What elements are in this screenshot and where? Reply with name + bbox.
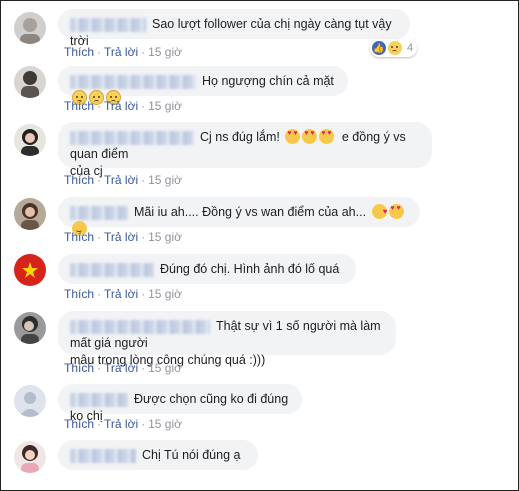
avatar[interactable] [14,124,46,156]
comment-actions: Thích · Trả lời · 15 giờ [64,361,182,375]
timestamp[interactable]: 15 giờ [148,173,182,187]
like-link[interactable]: Thích [64,361,94,375]
like-link[interactable]: Thích [64,230,94,244]
comment-bubble: Chị Tú nói đúng ạ [58,440,258,470]
blurred-author-name[interactable] [70,205,128,220]
avatar[interactable] [14,198,46,230]
like-icon: 👍 [372,41,386,55]
heart-eyes-icon [388,204,404,219]
comment-actions: Thích · Trả lời · 15 giờ [64,287,182,301]
kiss-face-icon [371,203,388,220]
reply-link[interactable]: Trả lời [104,417,138,431]
reaction-count: 4 [407,42,414,54]
comment-actions: Thích · Trả lời · 15 giờ [64,173,182,187]
blurred-author-name[interactable] [70,74,196,89]
comment-text: Cj ns đúg lắm! [200,130,280,144]
comment-bubble: Thật sự vì 1 số người mà làm mất giá ngư… [58,311,396,367]
timestamp[interactable]: 15 giờ [148,230,182,244]
reply-link[interactable]: Trả lời [104,361,138,375]
comment-text: Chị Tú nói đúng ạ [142,448,241,462]
blurred-author-name[interactable] [70,262,154,277]
reply-link[interactable]: Trả lời [104,287,138,301]
reaction-badge[interactable]: 👍 4 [370,39,418,57]
default-avatar-icon [14,385,46,417]
blurred-author-name[interactable] [70,17,146,32]
like-link[interactable]: Thích [64,287,94,301]
blurred-author-name[interactable] [70,448,136,463]
avatar[interactable] [14,254,46,286]
sad-icon [388,41,402,55]
heart-eyes-icon [319,129,335,144]
like-link[interactable]: Thích [64,99,94,113]
timestamp[interactable]: 15 giờ [148,45,182,59]
comment-actions: Thích · Trả lời · 15 giờ [64,99,182,113]
reply-link[interactable]: Trả lời [104,99,138,113]
comment-actions: Thích · Trả lời · 15 giờ [64,230,182,244]
blurred-author-name[interactable] [70,392,128,407]
reply-link[interactable]: Trả lời [104,45,138,59]
timestamp[interactable]: 15 giờ [148,99,182,113]
comment-bubble: Họ ngượng chín cả mặt [58,66,348,105]
comment-bubble: Sao lượt follower của chị ngày càng tụt … [58,9,410,48]
blurred-author-name[interactable] [70,130,194,145]
reply-link[interactable]: Trả lời [104,230,138,244]
like-link[interactable]: Thích [64,45,94,59]
timestamp[interactable]: 15 giờ [148,287,182,301]
like-link[interactable]: Thích [64,417,94,431]
comment-text: Đúng đó chị. Hình ảnh đó lố quá [160,262,340,276]
avatar[interactable] [14,441,46,473]
blurred-author-name[interactable] [70,319,210,334]
timestamp[interactable]: 15 giờ [148,417,182,431]
like-link[interactable]: Thích [64,173,94,187]
reply-link[interactable]: Trả lời [104,173,138,187]
comment-bubble: Mãi iu ah.... Đồng ý vs wan điểm của ah.… [58,197,420,236]
comment-bubble: Được chọn cũng ko đi đúng ko chị [58,384,302,423]
avatar[interactable] [14,66,46,98]
avatar[interactable] [14,312,46,344]
avatar[interactable] [14,12,46,44]
timestamp[interactable]: 15 giờ [148,361,182,375]
avatar[interactable] [14,385,46,417]
comment-text: Mãi iu ah.... Đồng ý vs wan điểm của ah.… [134,205,367,219]
heart-eyes-icon [302,129,318,144]
comment-bubble: Cj ns đúg lắm! e đồng ý vs quan điểm của… [58,122,432,178]
comment-bubble: Đúng đó chị. Hình ảnh đó lố quá [58,254,356,284]
comment-actions: Thích · Trả lời · 15 giờ [64,45,182,59]
comment-actions: Thích · Trả lời · 15 giờ [64,417,182,431]
heart-eyes-icon [285,129,301,144]
comment-text: Họ ngượng chín cả mặt [202,74,334,88]
vietnam-flag-icon [14,254,46,286]
